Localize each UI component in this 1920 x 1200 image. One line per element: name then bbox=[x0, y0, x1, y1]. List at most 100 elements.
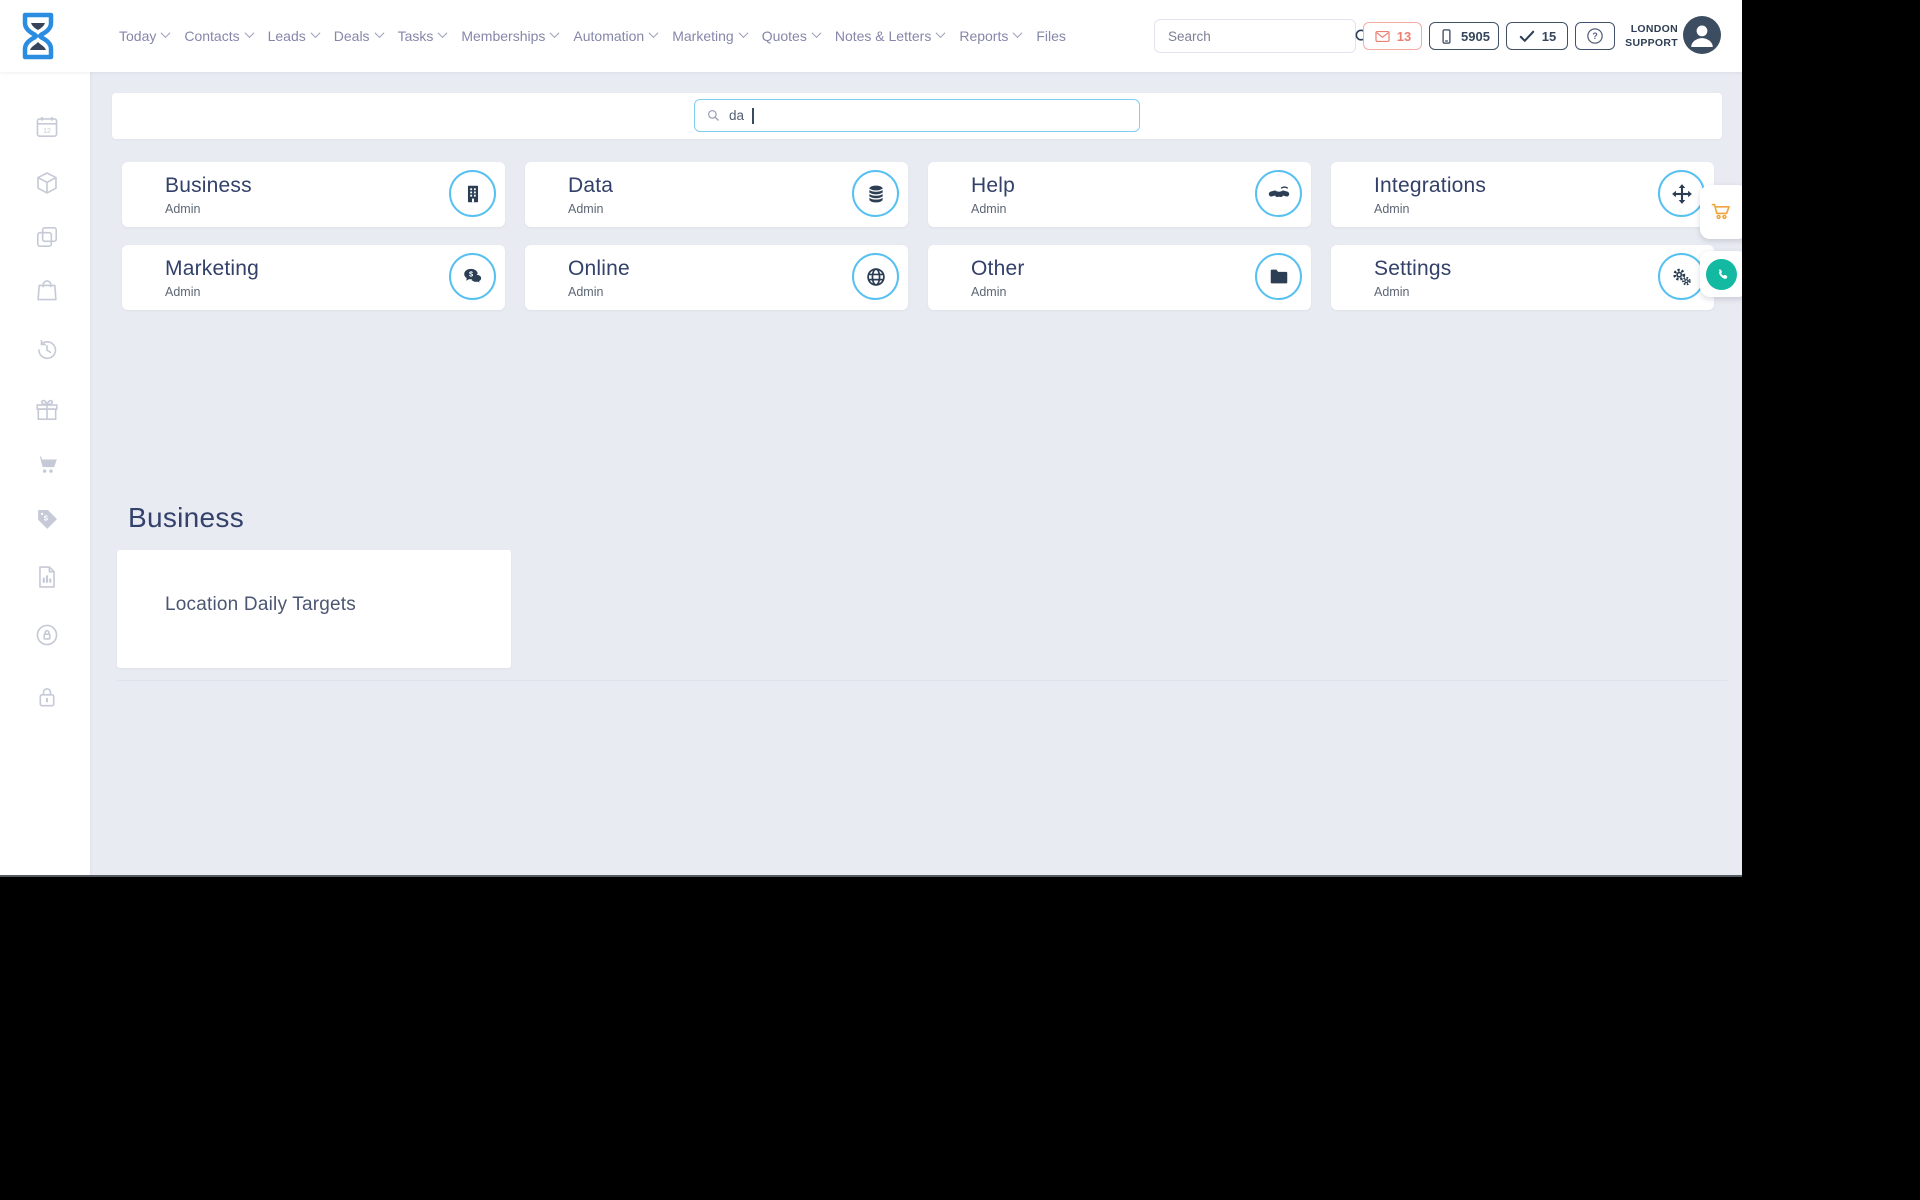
checkmark-icon bbox=[1519, 30, 1534, 42]
app-window: Today Contacts Leads Deals Tasks Members… bbox=[0, 0, 1742, 877]
svg-text:?: ? bbox=[1592, 31, 1597, 41]
card-online[interactable]: Online Admin bbox=[525, 245, 908, 310]
card-help[interactable]: Help Admin bbox=[928, 162, 1311, 227]
user-name[interactable]: LONDON SUPPORT bbox=[1612, 22, 1678, 50]
product-cube-icon[interactable] bbox=[34, 170, 60, 196]
calendar-icon[interactable]: 12 bbox=[34, 114, 60, 140]
chevron-down-icon bbox=[244, 28, 255, 39]
card-subtitle: Admin bbox=[1374, 202, 1410, 216]
chevron-down-icon bbox=[935, 28, 946, 39]
nav-today[interactable]: Today bbox=[119, 28, 171, 44]
nav-label: Automation bbox=[573, 28, 645, 44]
chevron-down-icon bbox=[374, 28, 385, 39]
nav-label: Leads bbox=[267, 28, 306, 44]
globe-icon bbox=[852, 253, 899, 300]
nav-marketing[interactable]: Marketing bbox=[672, 28, 749, 44]
gears-icon bbox=[1658, 253, 1705, 300]
global-search bbox=[1154, 19, 1370, 53]
svg-text:12: 12 bbox=[43, 128, 51, 135]
chevron-down-icon bbox=[811, 28, 822, 39]
text-cursor bbox=[752, 107, 754, 124]
card-title: Help bbox=[971, 174, 1015, 197]
card-subtitle: Admin bbox=[568, 285, 604, 299]
nav-label: Reports bbox=[959, 28, 1009, 44]
nav-memberships[interactable]: Memberships bbox=[461, 28, 560, 44]
card-subtitle: Admin bbox=[971, 202, 1007, 216]
history-icon[interactable] bbox=[34, 337, 60, 363]
card-subtitle: Admin bbox=[165, 285, 201, 299]
card-subtitle: Admin bbox=[568, 202, 604, 216]
call-support-button[interactable] bbox=[1700, 251, 1742, 297]
phone-number: 5905 bbox=[1461, 28, 1490, 44]
messages-badge[interactable]: 13 bbox=[1363, 22, 1422, 50]
user-avatar[interactable] bbox=[1683, 16, 1721, 54]
tasks-badge[interactable]: 15 bbox=[1506, 22, 1568, 50]
left-sidebar: 12 $ bbox=[0, 72, 90, 875]
padlock-icon[interactable] bbox=[34, 684, 60, 710]
card-title: Other bbox=[971, 257, 1025, 280]
price-tag-icon[interactable]: $ bbox=[34, 507, 60, 533]
question-mark-icon: ? bbox=[1587, 28, 1603, 44]
nav-tasks[interactable]: Tasks bbox=[397, 28, 448, 44]
envelope-icon bbox=[1375, 30, 1390, 42]
building-icon bbox=[449, 170, 496, 217]
card-data[interactable]: Data Admin bbox=[525, 162, 908, 227]
admin-search-input[interactable]: da bbox=[694, 99, 1140, 132]
card-subtitle: Admin bbox=[971, 285, 1007, 299]
chevron-down-icon bbox=[160, 28, 171, 39]
cart-orange-icon bbox=[1711, 203, 1730, 220]
chevron-down-icon bbox=[549, 28, 560, 39]
nav-reports[interactable]: Reports bbox=[959, 28, 1023, 44]
main-nav: Today Contacts Leads Deals Tasks Members… bbox=[119, 0, 1066, 72]
mobile-phone-icon bbox=[1442, 28, 1451, 44]
top-header: Today Contacts Leads Deals Tasks Members… bbox=[0, 0, 1742, 72]
section-divider bbox=[117, 680, 1727, 681]
chevron-down-icon bbox=[310, 28, 321, 39]
cart-icon[interactable] bbox=[34, 452, 60, 478]
result-item-label: Location Daily Targets bbox=[165, 594, 356, 615]
duplicate-icon[interactable] bbox=[34, 224, 60, 250]
search-icon bbox=[707, 109, 719, 121]
card-title: Online bbox=[568, 257, 630, 280]
main-content: da Business Admin Data Admin Help Admin … bbox=[90, 72, 1742, 875]
app-logo-hourglass-icon[interactable] bbox=[18, 11, 58, 61]
store-cart-button[interactable] bbox=[1700, 185, 1742, 239]
help-button[interactable]: ? bbox=[1575, 22, 1615, 50]
chevron-down-icon bbox=[1012, 28, 1023, 39]
chevron-down-icon bbox=[437, 28, 448, 39]
card-business[interactable]: Business Admin bbox=[122, 162, 505, 227]
chevron-down-icon bbox=[648, 28, 659, 39]
phone-badge[interactable]: 5905 bbox=[1429, 22, 1499, 50]
session-lock-icon[interactable] bbox=[34, 622, 60, 648]
nav-notes-letters[interactable]: Notes & Letters bbox=[835, 28, 946, 44]
card-integrations[interactable]: Integrations Admin bbox=[1331, 162, 1714, 227]
admin-search-container: da bbox=[112, 93, 1722, 139]
user-name-line2: SUPPORT bbox=[1625, 37, 1678, 49]
nav-label: Tasks bbox=[397, 28, 434, 44]
result-item-location-daily-targets[interactable]: Location Daily Targets bbox=[117, 550, 511, 668]
nav-automation[interactable]: Automation bbox=[573, 28, 659, 44]
nav-leads[interactable]: Leads bbox=[267, 28, 321, 44]
nav-quotes[interactable]: Quotes bbox=[762, 28, 822, 44]
tasks-count: 15 bbox=[1541, 28, 1557, 44]
admin-category-grid: Business Admin Data Admin Help Admin Int… bbox=[122, 162, 1714, 310]
shopping-bag-icon[interactable] bbox=[34, 277, 60, 303]
card-title: Business bbox=[165, 174, 252, 197]
card-subtitle: Admin bbox=[165, 202, 201, 216]
nav-contacts[interactable]: Contacts bbox=[184, 28, 255, 44]
card-marketing[interactable]: Marketing Admin $ bbox=[122, 245, 505, 310]
nav-deals[interactable]: Deals bbox=[334, 28, 385, 44]
nav-files[interactable]: Files bbox=[1036, 28, 1066, 44]
card-title: Data bbox=[568, 174, 614, 197]
user-name-line1: LONDON bbox=[1630, 23, 1678, 35]
admin-search-value: da bbox=[729, 108, 745, 123]
card-title: Settings bbox=[1374, 257, 1452, 280]
card-settings[interactable]: Settings Admin bbox=[1331, 245, 1714, 310]
global-search-input[interactable] bbox=[1155, 20, 1353, 52]
card-title: Marketing bbox=[165, 257, 260, 280]
report-document-icon[interactable] bbox=[34, 564, 60, 590]
nav-label: Contacts bbox=[184, 28, 240, 44]
chat-dollar-icon: $ bbox=[449, 253, 496, 300]
card-other[interactable]: Other Admin bbox=[928, 245, 1311, 310]
gift-icon[interactable] bbox=[34, 397, 60, 423]
